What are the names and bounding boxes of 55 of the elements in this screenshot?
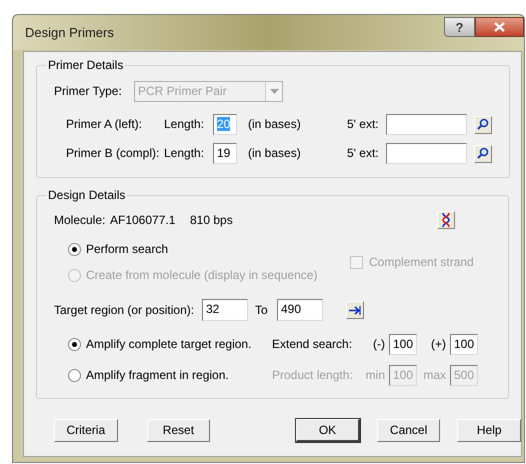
help-button[interactable]: ? [444,17,475,37]
dialog-button[interactable]: Reset [146,419,210,442]
option-label: Amplify complete target region. [86,337,252,352]
search-button[interactable] [474,144,492,162]
dna-icon [442,213,450,227]
label: (in bases) [248,117,302,132]
input-field[interactable]: 32 [202,299,248,321]
search-icon [477,147,489,160]
label: 5' ext: [347,146,380,161]
label: Primer A (left): [66,117,144,132]
label: (in bases) [248,146,302,161]
label: min [365,368,386,383]
caret-icon [270,89,278,94]
window-title: Design Primers [25,25,114,41]
label: Primer Type: [54,84,123,99]
option-label: Create from molecule (display in sequence) [86,268,318,282]
input-field[interactable]: 100 [450,334,478,355]
radio-button[interactable] [68,338,81,351]
label: max [422,368,447,383]
molecule-size: 810 bps [190,212,233,228]
dialog-button[interactable]: Criteria [54,419,118,442]
radio-button[interactable] [68,369,81,382]
dna-button[interactable] [437,211,455,229]
label: Molecule: [54,212,106,228]
label: (+) [430,337,447,352]
label: 5' ext: [347,117,380,132]
group-label: Design Details [47,188,126,202]
group-label: Primer Details [47,58,124,72]
search-icon [477,118,489,131]
input-field[interactable]: 490 [277,299,323,321]
close-button[interactable] [475,17,524,37]
search-button[interactable] [474,116,492,134]
input-field[interactable]: 100 [389,334,417,355]
input-field[interactable]: 19 [213,143,237,164]
option-label: Amplify fragment in region. [86,368,229,383]
label: Product length: [272,368,354,383]
input-field[interactable] [386,114,467,135]
label: Length: [164,117,206,132]
label: Length: [164,146,206,161]
label: To [255,302,269,318]
label: (-) [372,337,386,352]
dialog-button[interactable]: Help [457,419,521,442]
label: Primer B (compl): [66,146,160,161]
arrow-button[interactable] [346,301,364,319]
label: Target region (or position): [54,302,196,318]
option-label: Perform search [86,242,168,256]
close-icon [494,22,505,32]
dialog-button[interactable]: Cancel [376,419,440,442]
checkbox-label: Complement strand [369,254,474,270]
label: Extend search: [272,337,354,352]
dialog-button[interactable]: OK [296,419,360,442]
input-field[interactable] [386,143,467,164]
molecule-name: AF106077.1 [110,212,176,228]
radio-button[interactable] [68,242,81,256]
arrow-right-icon [349,306,361,314]
